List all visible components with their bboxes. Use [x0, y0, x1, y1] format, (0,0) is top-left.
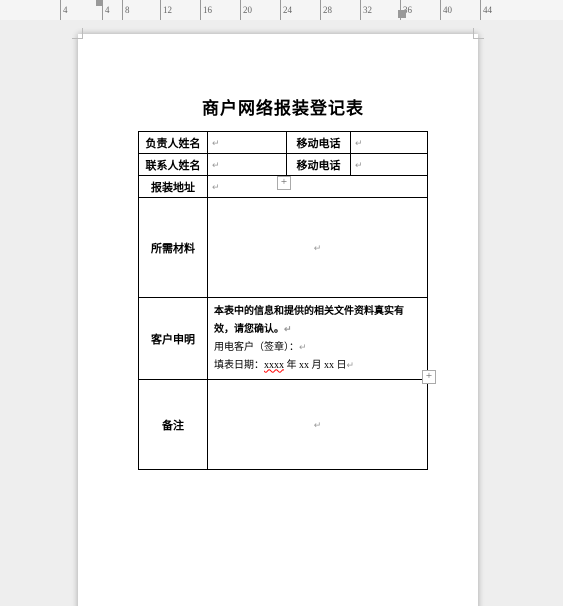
cell-label[interactable]: 移动电话 — [287, 132, 351, 154]
ruler-tick: 40 — [440, 0, 452, 20]
margin-corner-icon — [473, 28, 484, 39]
page-content[interactable]: 商户网络报装登记表 + 负责人姓名 ↵ 移动电话 ↵ 联系人姓名 ↵ 移动电话 … — [138, 94, 428, 470]
page[interactable]: 商户网络报装登记表 + 负责人姓名 ↵ 移动电话 ↵ 联系人姓名 ↵ 移动电话 … — [78, 34, 478, 606]
ruler-tick: 12 — [160, 0, 172, 20]
table-handle-icon[interactable]: + — [277, 176, 291, 190]
document-workspace[interactable]: 商户网络报装登记表 + 负责人姓名 ↵ 移动电话 ↵ 联系人姓名 ↵ 移动电话 … — [0, 20, 563, 606]
table-handle-icon[interactable]: + — [422, 370, 436, 384]
ruler-tick: 28 — [320, 0, 332, 20]
cell-label[interactable]: 备注 — [139, 380, 208, 470]
table-row[interactable]: 负责人姓名 ↵ 移动电话 ↵ — [139, 132, 428, 154]
ruler-tick: 32 — [360, 0, 372, 20]
ruler-tick: 44 — [480, 0, 492, 20]
ruler-tick: 4 — [102, 0, 110, 20]
cell-label[interactable]: 移动电话 — [287, 154, 351, 176]
cell-label[interactable]: 客户申明 — [139, 298, 208, 380]
table-row[interactable]: 联系人姓名 ↵ 移动电话 ↵ — [139, 154, 428, 176]
declaration-line[interactable]: 填表日期：xxxx 年 xx 月 xx 日↵ — [214, 357, 421, 375]
ruler-tick: 24 — [280, 0, 292, 20]
cell-label[interactable]: 报装地址 — [139, 176, 208, 198]
cell-label[interactable]: 联系人姓名 — [139, 154, 208, 176]
ruler-tick: 4 — [60, 0, 68, 20]
table-row[interactable]: 客户申明 本表中的信息和提供的相关文件资料真实有效，请您确认。↵ 用电客户（签章… — [139, 298, 428, 380]
table-row[interactable]: 备注 ↵ — [139, 380, 428, 470]
cell-value[interactable]: ↵ — [208, 198, 428, 298]
ruler-indent-marker[interactable] — [398, 10, 406, 18]
ruler-tick: 8 — [122, 0, 130, 20]
ruler-tick: 16 — [200, 0, 212, 20]
cell-value[interactable]: ↵ — [208, 176, 428, 198]
cell-value[interactable]: ↵ — [208, 132, 287, 154]
cell-label[interactable]: 负责人姓名 — [139, 132, 208, 154]
horizontal-ruler: 4 4 8 12 16 20 24 28 32 36 40 44 — [0, 0, 563, 21]
document-title[interactable]: 商户网络报装登记表 — [138, 94, 428, 119]
cell-declaration[interactable]: 本表中的信息和提供的相关文件资料真实有效，请您确认。↵ 用电客户（签章）：↵ 填… — [208, 298, 428, 380]
ruler-tick: 20 — [240, 0, 252, 20]
declaration-line[interactable]: 用电客户（签章）：↵ — [214, 339, 421, 357]
margin-corner-icon — [72, 28, 83, 39]
table-row[interactable]: 所需材料 ↵ — [139, 198, 428, 298]
declaration-line[interactable]: 本表中的信息和提供的相关文件资料真实有效，请您确认。↵ — [214, 303, 421, 339]
cell-value[interactable]: ↵ — [351, 154, 428, 176]
cell-value[interactable]: ↵ — [208, 380, 428, 470]
ruler-tab-marker[interactable] — [96, 0, 102, 6]
cell-value[interactable]: ↵ — [351, 132, 428, 154]
cell-value[interactable]: ↵ — [208, 154, 287, 176]
cell-label[interactable]: 所需材料 — [139, 198, 208, 298]
